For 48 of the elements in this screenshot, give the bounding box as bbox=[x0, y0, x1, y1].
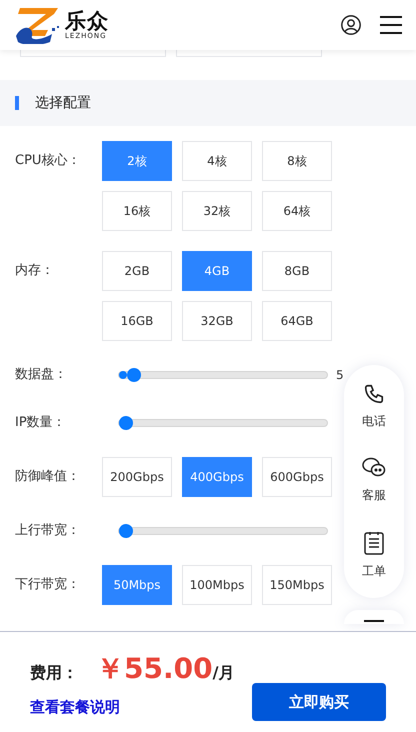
logo-icon bbox=[14, 6, 62, 44]
menu-icon[interactable] bbox=[380, 16, 402, 34]
section-title: 选择配置 bbox=[35, 94, 91, 112]
option-button[interactable]: 2GB bbox=[102, 251, 172, 291]
plan-details-link[interactable]: 查看套餐说明 bbox=[30, 698, 234, 717]
option-button[interactable]: 50Mbps bbox=[102, 565, 172, 605]
document-icon bbox=[364, 531, 384, 555]
bar-icon bbox=[364, 620, 384, 623]
field-label: 内存： bbox=[15, 262, 55, 280]
top-button[interactable] bbox=[344, 610, 404, 624]
slider-thumb[interactable] bbox=[119, 524, 133, 538]
option-button[interactable]: 200Gbps bbox=[102, 457, 172, 497]
slider-value: 5 bbox=[336, 368, 344, 382]
option-button[interactable]: 32GB bbox=[182, 301, 252, 341]
option-button[interactable]: 600Gbps bbox=[262, 457, 332, 497]
field-label: IP数量： bbox=[15, 414, 67, 432]
user-icon[interactable] bbox=[340, 14, 362, 36]
buy-button[interactable]: 立即购买 bbox=[252, 683, 386, 721]
slider-thumb[interactable] bbox=[126, 368, 141, 382]
option-button[interactable]: 4核 bbox=[182, 141, 252, 181]
option-button[interactable]: 64GB bbox=[262, 301, 332, 341]
phone-icon bbox=[363, 383, 385, 405]
option-button[interactable]: 64核 bbox=[262, 191, 332, 231]
option-button[interactable]: 2核 bbox=[102, 141, 172, 181]
price-value: ￥55.00 bbox=[96, 651, 213, 687]
field-label: 上行带宽： bbox=[15, 522, 81, 540]
option-button[interactable]: 8GB bbox=[262, 251, 332, 291]
accent-bar bbox=[15, 96, 19, 110]
contact-item[interactable]: 电话 bbox=[344, 383, 404, 430]
option-button[interactable]: 400Gbps bbox=[182, 457, 252, 497]
option-button[interactable]: 8核 bbox=[262, 141, 332, 181]
option-button[interactable]: 4GB bbox=[182, 251, 252, 291]
slider-thumb[interactable] bbox=[119, 416, 133, 430]
contact-item[interactable]: 工单 bbox=[344, 531, 404, 580]
option-button[interactable]: 16核 bbox=[102, 191, 172, 231]
field-label: CPU核心： bbox=[15, 152, 82, 170]
price-label: 费用： bbox=[30, 663, 78, 684]
option-button[interactable]: 32核 bbox=[182, 191, 252, 231]
option-button[interactable]: 150Mbps bbox=[262, 565, 332, 605]
logo-text: 乐众 bbox=[65, 10, 109, 32]
field-label: 下行带宽： bbox=[15, 576, 81, 594]
contact-item[interactable]: 客服 bbox=[344, 457, 404, 504]
field-label: 数据盘： bbox=[15, 366, 68, 384]
field-label: 防御峰值： bbox=[15, 468, 81, 486]
option-button[interactable]: 16GB bbox=[102, 301, 172, 341]
option-button[interactable]: 100Mbps bbox=[182, 565, 252, 605]
price-unit: /月 bbox=[212, 663, 234, 684]
chat-icon bbox=[362, 457, 386, 479]
